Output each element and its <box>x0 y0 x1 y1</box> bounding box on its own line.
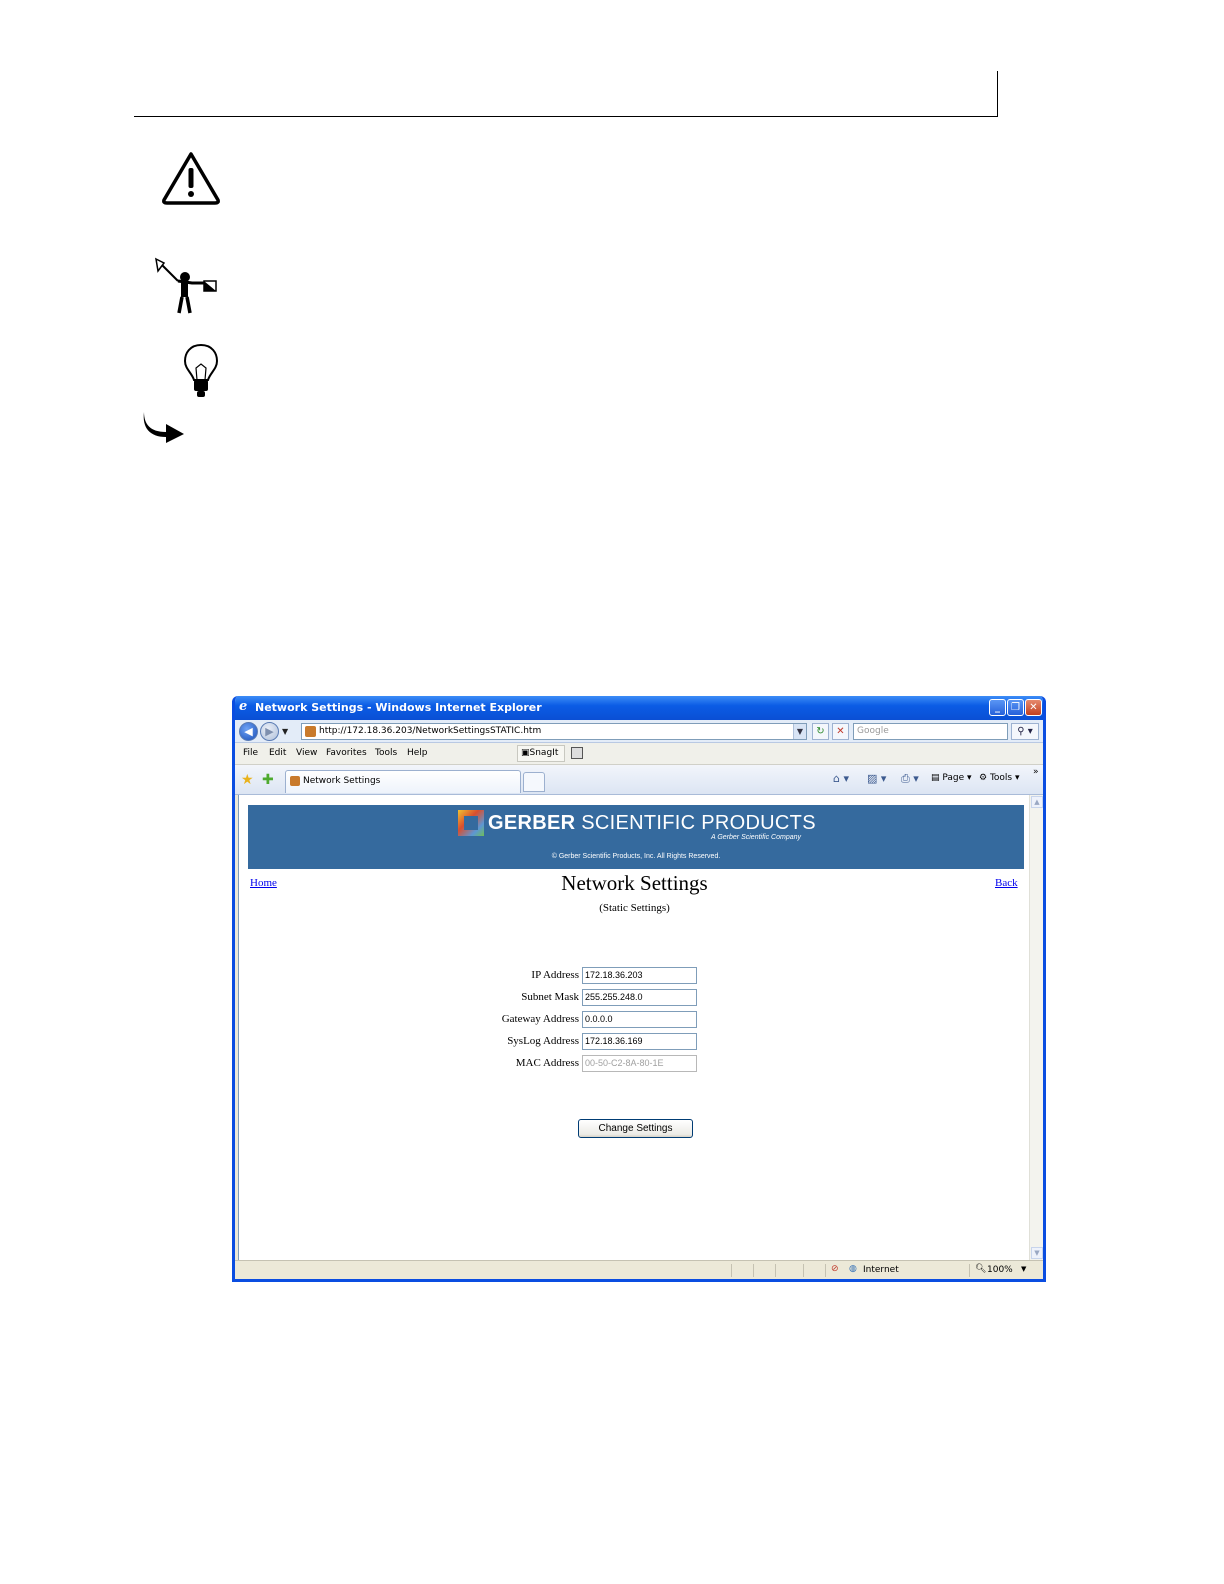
url-text: http://172.18.36.203/NetworkSettingsSTAT… <box>319 726 542 736</box>
ip-address-input[interactable]: 172.18.36.203 <box>582 967 697 984</box>
search-icon: ⚲ <box>1017 726 1025 737</box>
security-zone: Internet <box>863 1265 899 1275</box>
subnet-mask-row: Subnet Mask 255.255.248.0 <box>239 989 1030 1007</box>
warning-icon <box>162 152 220 205</box>
page-viewport: GERBER SCIENTIFIC PRODUCTS A Gerber Scie… <box>238 795 1029 1260</box>
menu-edit[interactable]: Edit <box>269 748 286 758</box>
page-menu[interactable]: ▤ Page ▾ <box>931 773 972 783</box>
tab-bar: ★ ✚ Network Settings ⌂ ▾ ▨ ▾ ⎙ ▾ ▤ Page … <box>235 765 1043 795</box>
syslog-address-input[interactable]: 172.18.36.169 <box>582 1033 697 1050</box>
lightbulb-icon <box>183 343 219 397</box>
search-input[interactable]: Google <box>853 723 1008 740</box>
url-input[interactable]: http://172.18.36.203/NetworkSettingsSTAT… <box>301 723 807 740</box>
ip-address-row: IP Address 172.18.36.203 <box>239 967 1030 985</box>
gateway-address-input[interactable]: 0.0.0.0 <box>582 1011 697 1028</box>
vertical-scrollbar[interactable]: ▲ ▼ <box>1029 795 1043 1260</box>
gerber-banner: GERBER SCIENTIFIC PRODUCTS A Gerber Scie… <box>248 805 1024 869</box>
header-rule-corner <box>997 71 998 117</box>
blocked-icon[interactable]: ⊘ <box>831 1264 839 1274</box>
menu-help[interactable]: Help <box>407 748 428 758</box>
change-settings-button[interactable]: Change Settings <box>578 1119 693 1138</box>
header-rule <box>134 116 998 117</box>
menu-favorites[interactable]: Favorites <box>326 748 367 758</box>
new-tab-button[interactable] <box>523 772 545 792</box>
scroll-down-icon[interactable]: ▼ <box>1031 1247 1043 1259</box>
subnet-mask-label: Subnet Mask <box>521 991 579 1003</box>
ip-address-label: IP Address <box>531 969 579 981</box>
brand-tagline: A Gerber Scientific Company <box>711 834 801 841</box>
history-dropdown-icon[interactable]: ▼ <box>282 727 288 736</box>
stop-button[interactable]: ✕ <box>832 723 849 740</box>
snagit-editor-icon[interactable] <box>571 747 583 759</box>
back-link[interactable]: Back <box>995 877 1018 889</box>
brand-name: GERBER SCIENTIFIC PRODUCTS <box>488 812 816 834</box>
restore-button[interactable]: ❐ <box>1007 699 1024 716</box>
subnet-mask-input[interactable]: 255.255.248.0 <box>582 989 697 1006</box>
back-button[interactable]: ◀ <box>239 722 258 741</box>
address-bar: ◀ ▶ ▼ http://172.18.36.203/NetworkSettin… <box>235 720 1043 743</box>
globe-icon: ◍ <box>849 1264 857 1274</box>
zoom-level[interactable]: 100% <box>987 1265 1013 1275</box>
page-title: Network Settings <box>561 871 708 895</box>
menu-tools[interactable]: Tools <box>375 748 397 758</box>
close-button[interactable]: ✕ <box>1025 699 1042 716</box>
minimize-button[interactable]: _ <box>989 699 1006 716</box>
refresh-button[interactable]: ↻ <box>812 723 829 740</box>
gear-icon: ⚙ <box>979 773 988 783</box>
tab-network-settings[interactable]: Network Settings <box>285 770 521 793</box>
camera-icon: ▣ <box>521 748 530 758</box>
url-dropdown-button[interactable]: ▼ <box>793 724 806 739</box>
favorites-star-icon[interactable]: ★ <box>241 772 254 788</box>
mac-address-row: MAC Address 00-50-C2-8A-80-1E <box>239 1055 1030 1073</box>
gateway-address-label: Gateway Address <box>501 1013 579 1025</box>
tab-favicon-icon <box>290 776 300 786</box>
syslog-address-row: SysLog Address 172.18.36.169 <box>239 1033 1030 1051</box>
status-bar: ⊘ ◍ Internet 🔍︎ 100% ▼ <box>235 1260 1043 1279</box>
page-favicon-icon <box>305 726 316 737</box>
menu-view[interactable]: View <box>296 748 317 758</box>
snagit-button[interactable]: ▣SnagIt <box>517 745 565 762</box>
home-icon[interactable]: ⌂ ▾ <box>833 772 849 785</box>
semaphore-flag-icon <box>155 257 217 314</box>
mac-address-label: MAC Address <box>515 1057 579 1069</box>
syslog-address-label: SysLog Address <box>507 1035 579 1047</box>
gerber-logo-icon <box>458 810 484 836</box>
browser-window: e Network Settings - Windows Internet Ex… <box>232 696 1046 1282</box>
copyright-text: © Gerber Scientific Products, Inc. All R… <box>551 853 721 860</box>
arrow-icon <box>143 412 184 443</box>
page-icon: ▤ <box>931 773 940 783</box>
feeds-icon[interactable]: ▨ ▾ <box>867 772 886 785</box>
more-commands-button[interactable]: » <box>1033 767 1039 777</box>
zoom-dropdown-icon[interactable]: ▼ <box>1021 1265 1026 1273</box>
page-subtitle: (Static Settings) <box>599 902 670 914</box>
scroll-up-icon[interactable]: ▲ <box>1031 796 1043 808</box>
zoom-icon[interactable]: 🔍︎ <box>975 1264 986 1274</box>
search-button[interactable]: ⚲ ▾ <box>1011 723 1039 740</box>
menu-bar: File Edit View Favorites Tools Help ▣Sna… <box>235 743 1043 765</box>
tab-label: Network Settings <box>303 776 381 786</box>
ie-logo-icon: e <box>239 699 248 714</box>
tools-menu[interactable]: ⚙ Tools ▾ <box>979 773 1020 783</box>
gateway-address-row: Gateway Address 0.0.0.0 <box>239 1011 1030 1029</box>
mac-address-input: 00-50-C2-8A-80-1E <box>582 1055 697 1072</box>
title-bar: e Network Settings - Windows Internet Ex… <box>235 696 1043 720</box>
menu-file[interactable]: File <box>243 748 258 758</box>
forward-button[interactable]: ▶ <box>260 722 279 741</box>
print-icon[interactable]: ⎙ ▾ <box>901 772 919 786</box>
add-favorite-icon[interactable]: ✚ <box>262 772 274 788</box>
window-title: Network Settings - Windows Internet Expl… <box>255 701 542 714</box>
